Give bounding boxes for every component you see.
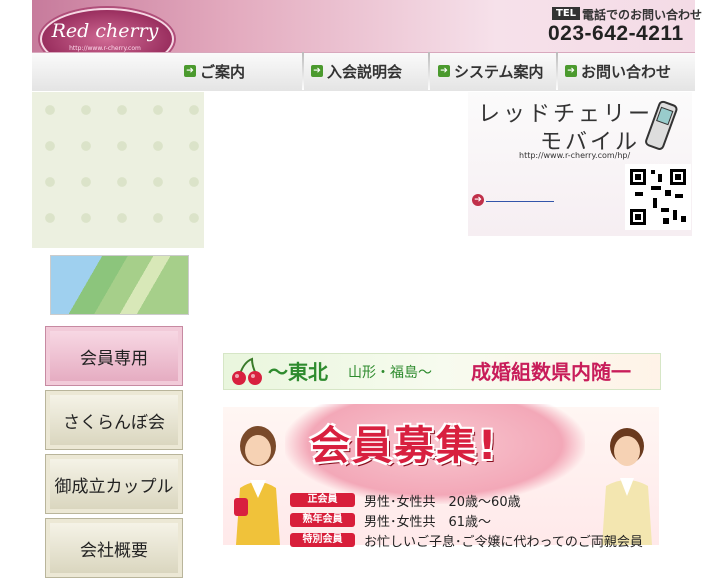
membership-text: お忙しいご子息･ご令嬢に代わってのご両親会員 [364,535,643,550]
nav-item-label: 入会説明会 [327,62,403,81]
membership-badge: 熟年会員 [290,513,355,527]
nav-divider [556,52,558,90]
nav-divider [302,52,304,90]
nav-divider [428,52,430,90]
sakuranbo-club-button[interactable]: さくらんぼ会 [45,390,183,450]
mobile-link-line[interactable] [486,201,554,202]
button-label: さくらんぼ会 [63,412,165,433]
logo-text: Red cherry [51,20,159,42]
qr-code-icon [625,164,691,230]
nav-item-guide[interactable]: ➔ ご案内 [184,52,245,90]
recruit-title: 会員募集! [310,423,499,469]
arrow-right-icon: ➔ [438,65,450,77]
membership-text: 男性･女性共 61歳～ [364,515,492,530]
tel-number[interactable]: 023-642-4211 [548,22,684,46]
button-label: 御成立カップル [54,476,174,497]
nav-item-briefing[interactable]: ➔ 入会説明会 [311,52,402,90]
nav-item-system[interactable]: ➔ システム案内 [438,52,544,90]
tel-label: 電話でのお問い合わせ [582,8,703,22]
membership-badge: 正会員 [290,493,355,507]
couples-button[interactable]: 御成立カップル [45,454,183,514]
nav-item-label: システム案内 [454,62,544,81]
cherry-icon [232,357,262,385]
logo-url: http://www.r-cherry.com [69,45,141,52]
woman-illustration [234,426,280,545]
tohoku-subtitle: 山形・福島～ [348,365,432,381]
tohoku-tagline: 成婚組数県内随一 [471,360,631,384]
company-profile-button[interactable]: 会社概要 [45,518,183,578]
nav-item-label: お問い合わせ [581,62,672,81]
mobile-phone-icon [645,100,678,150]
man-illustration [602,428,652,545]
mobile-url: http://www.r-cherry.com/hp/ [519,151,631,160]
fleur-de-lis-pattern [32,92,204,248]
tohoku-title: ～東北 [268,360,328,384]
button-label: 会社概要 [80,540,148,561]
arrow-right-icon: ➔ [565,65,577,77]
membership-text: 男性･女性共 20歳～60歳 [364,495,521,510]
tel-badge: TEL [552,7,581,20]
arrow-right-icon[interactable]: ➔ [472,194,484,206]
members-only-button[interactable]: 会員専用 [45,326,183,386]
region-map[interactable] [50,255,189,315]
nav-item-contact[interactable]: ➔ お問い合わせ [565,52,671,90]
arrow-right-icon: ➔ [311,65,323,77]
arrow-right-icon: ➔ [184,65,196,77]
nav-item-label: ご案内 [200,62,246,81]
button-label: 会員専用 [80,348,148,369]
